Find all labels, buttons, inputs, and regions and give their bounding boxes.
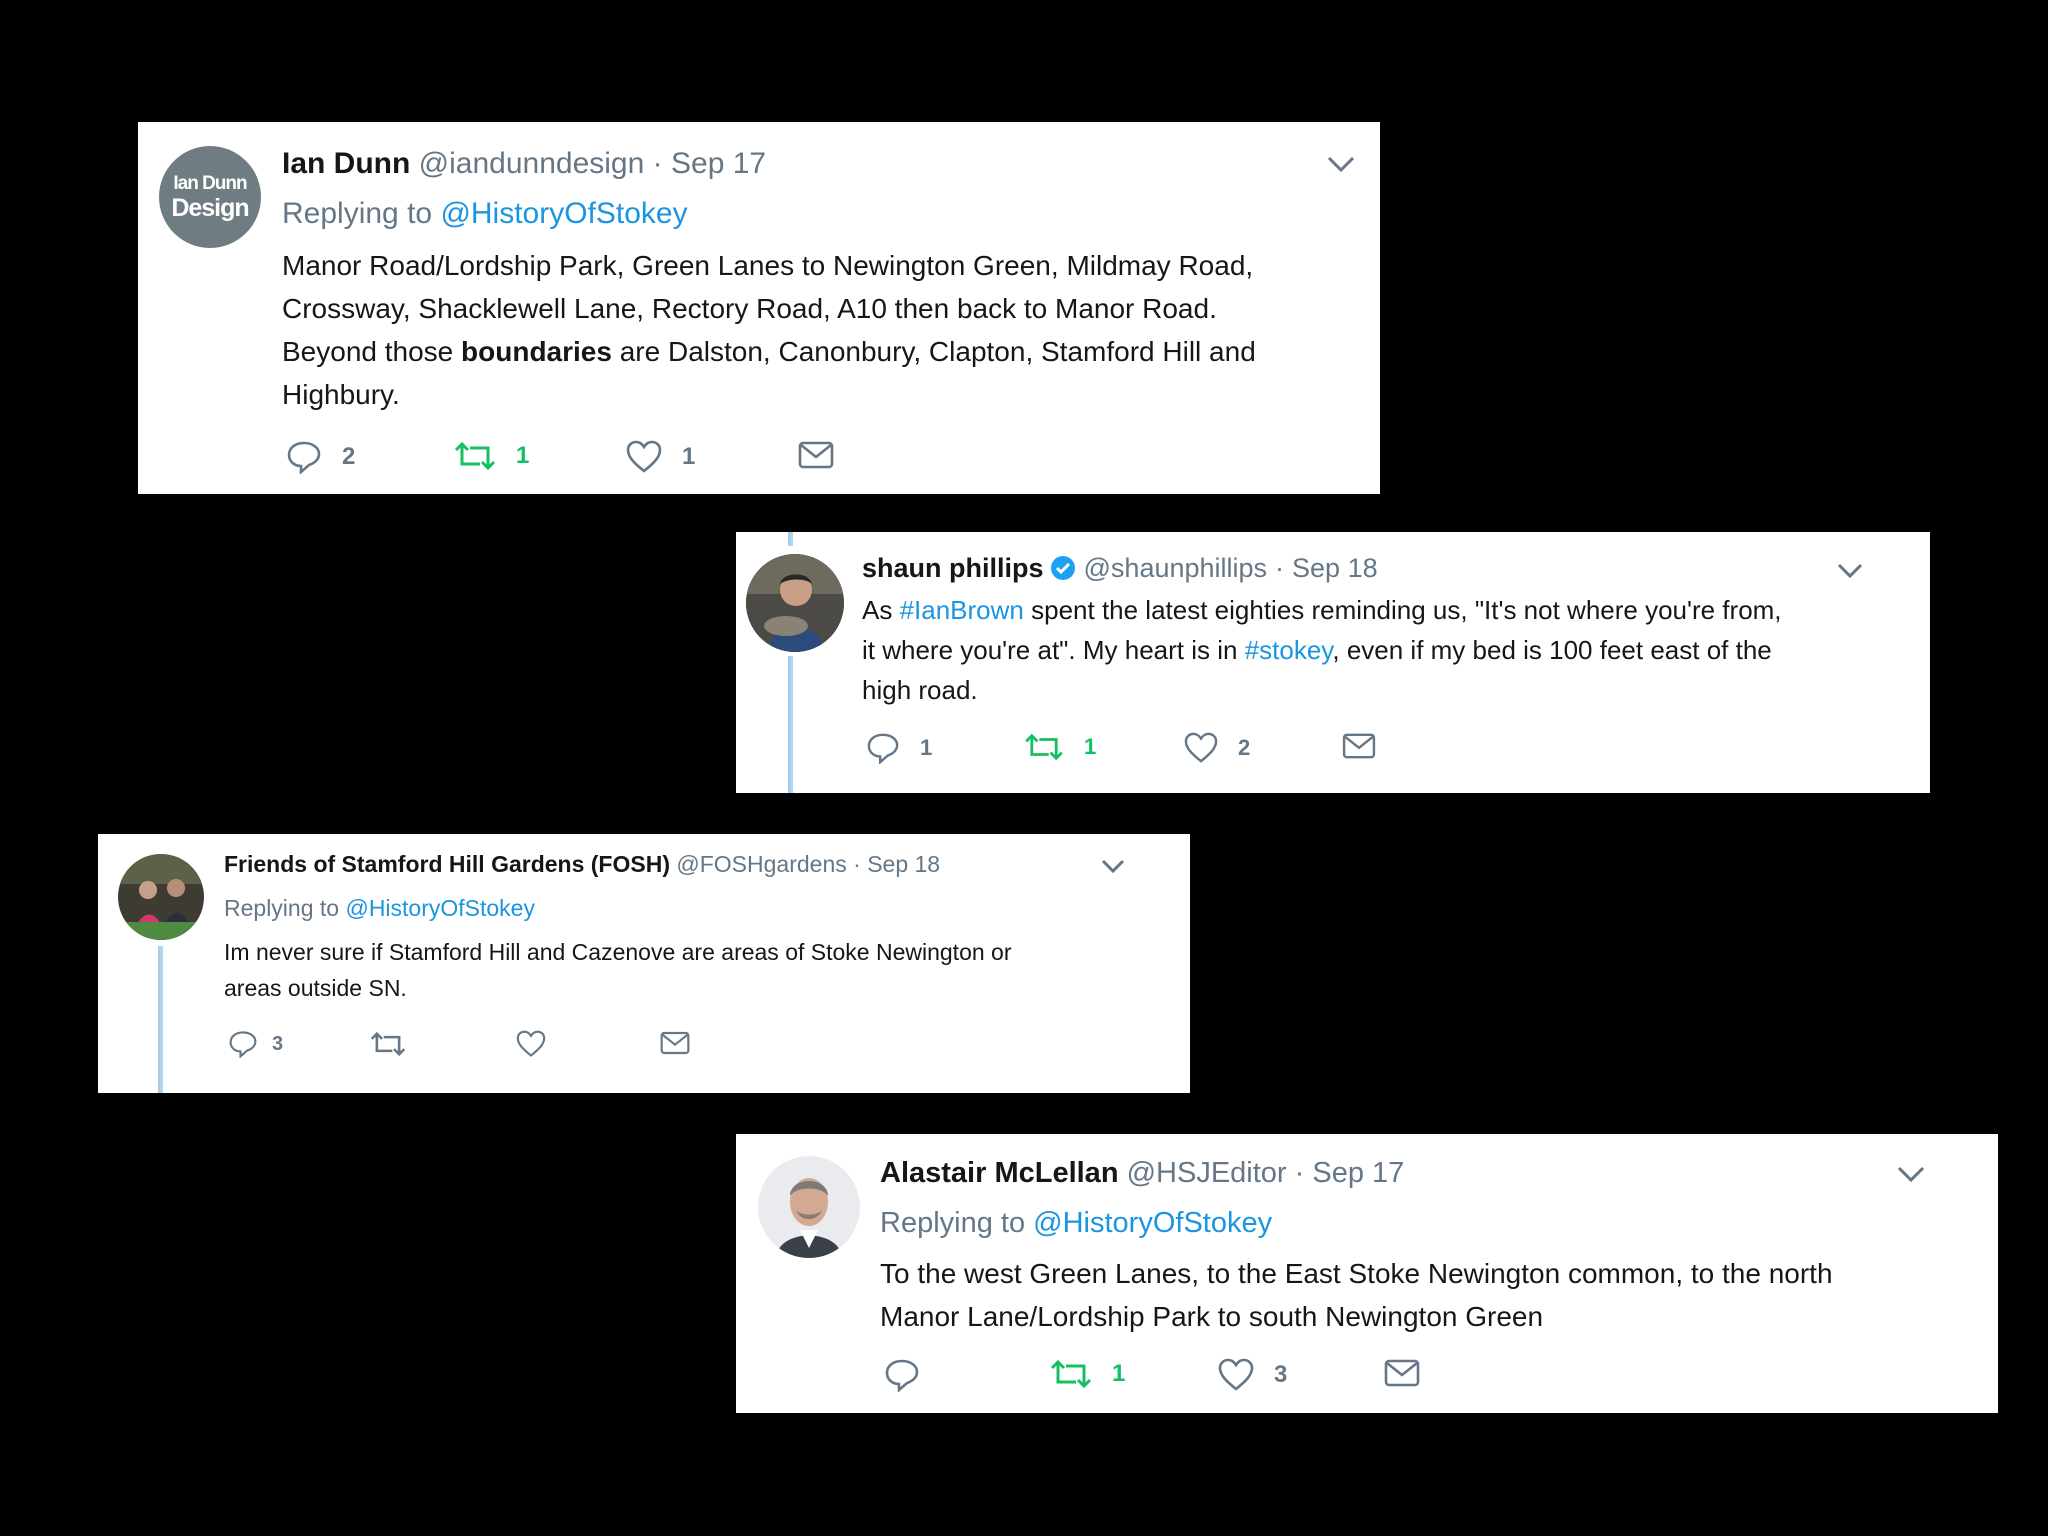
tweet-card[interactable]: Alastair McLellan @HSJEditor · Sep 17 Re… — [736, 1134, 1998, 1413]
dm-button[interactable] — [1384, 1358, 1420, 1388]
chevron-down-icon[interactable] — [1100, 858, 1126, 874]
replying-prefix: Replying to — [224, 895, 340, 921]
tweet-date[interactable]: Sep 18 — [867, 851, 940, 877]
like-button[interactable]: 2 — [1184, 732, 1250, 764]
tweet-header: Ian Dunn @iandunndesign · Sep 17 — [282, 144, 766, 184]
retweet-count: 1 — [1084, 734, 1097, 759]
reply-icon — [884, 1358, 920, 1392]
author-name[interactable]: Ian Dunn — [282, 147, 410, 180]
chevron-down-icon[interactable] — [1326, 154, 1356, 174]
retweet-button[interactable]: 1 — [454, 440, 529, 472]
replying-prefix: Replying to — [282, 197, 433, 230]
like-icon — [626, 440, 662, 474]
replying-mention-link[interactable]: @HistoryOfStokey — [1033, 1207, 1272, 1239]
tweet-date[interactable]: Sep 18 — [1292, 550, 1378, 586]
reply-icon — [228, 1030, 258, 1058]
like-icon — [1184, 732, 1218, 764]
avatar-photo — [746, 554, 844, 652]
replying-to: Replying to @HistoryOfStokey — [282, 194, 688, 234]
dm-icon — [798, 440, 834, 470]
like-count: 3 — [1274, 1361, 1288, 1388]
reply-button[interactable]: 2 — [286, 440, 355, 474]
separator: · — [1275, 553, 1285, 583]
like-button[interactable] — [516, 1030, 546, 1058]
like-count: 1 — [682, 443, 696, 470]
retweet-count: 1 — [516, 442, 530, 469]
reply-button[interactable]: 1 — [866, 732, 932, 764]
tweet-header: Alastair McLellan @HSJEditor · Sep 17 — [880, 1154, 1404, 1192]
reply-button[interactable] — [884, 1358, 920, 1392]
tweet-card[interactable]: Friends of Stamford Hill Gardens (FOSH) … — [98, 834, 1190, 1093]
avatar[interactable]: Ian Dunn Design — [159, 146, 261, 248]
reply-count: 1 — [920, 735, 933, 760]
tweet-text: As #IanBrown spent the latest eighties r… — [862, 595, 1782, 705]
retweet-icon — [1050, 1358, 1092, 1390]
reply-icon — [286, 440, 322, 474]
reply-button[interactable]: 3 — [228, 1030, 283, 1058]
dm-icon — [660, 1030, 690, 1056]
separator: · — [853, 851, 861, 877]
author-handle[interactable]: @FOSHgardens — [676, 851, 846, 877]
avatar-photo — [758, 1156, 860, 1258]
reply-icon — [866, 732, 900, 764]
replying-to: Replying to @HistoryOfStokey — [224, 892, 535, 924]
retweet-icon — [454, 440, 496, 472]
hashtag-link[interactable]: #stokey — [1245, 635, 1333, 665]
dm-icon — [1384, 1358, 1420, 1388]
dm-button[interactable] — [660, 1030, 690, 1056]
hashtag-link[interactable]: #IanBrown — [900, 595, 1024, 625]
replying-prefix: Replying to — [880, 1207, 1026, 1239]
avatar[interactable] — [118, 854, 204, 940]
like-count: 2 — [1238, 735, 1251, 760]
retweet-icon — [1024, 732, 1064, 762]
dm-icon — [1342, 732, 1376, 760]
retweet-button[interactable]: 1 — [1024, 732, 1096, 762]
avatar-photo — [118, 854, 204, 940]
like-button[interactable]: 1 — [626, 440, 695, 474]
tweet-header: shaun phillips @shaunphillips · Sep 18 — [862, 550, 1378, 586]
like-icon — [1218, 1358, 1254, 1392]
avatar-logo-text: Ian Dunn Design — [171, 173, 249, 222]
replying-to: Replying to @HistoryOfStokey — [880, 1204, 1272, 1242]
retweet-count: 1 — [1112, 1360, 1126, 1387]
tweet-date[interactable]: Sep 17 — [1312, 1157, 1404, 1189]
dm-button[interactable] — [798, 440, 834, 470]
tweet-card[interactable]: shaun phillips @shaunphillips · Sep 18 A… — [736, 532, 1930, 793]
author-name[interactable]: shaun phillips — [862, 550, 1044, 586]
separator: · — [1294, 1157, 1305, 1189]
dm-button[interactable] — [1342, 732, 1376, 760]
author-name[interactable]: Alastair McLellan — [880, 1157, 1119, 1189]
author-handle[interactable]: @shaunphillips — [1084, 550, 1268, 586]
author-name[interactable]: Friends of Stamford Hill Gardens (FOSH) — [224, 851, 670, 877]
replying-mention-link[interactable]: @HistoryOfStokey — [345, 895, 535, 921]
tweet-text: Im never sure if Stamford Hill and Cazen… — [224, 939, 1012, 1001]
thread-line-top — [788, 532, 793, 546]
replying-mention-link[interactable]: @HistoryOfStokey — [440, 197, 687, 230]
separator: · — [652, 147, 663, 180]
tweet-card[interactable]: Ian Dunn Design Ian Dunn @iandunndesign … — [138, 122, 1380, 494]
chevron-down-icon[interactable] — [1836, 562, 1864, 580]
avatar[interactable] — [746, 554, 844, 652]
chevron-down-icon[interactable] — [1896, 1164, 1926, 1184]
thread-line-bottom — [788, 656, 793, 793]
like-button[interactable]: 3 — [1218, 1358, 1287, 1392]
avatar[interactable] — [758, 1156, 860, 1258]
reply-count: 3 — [272, 1032, 284, 1055]
author-handle[interactable]: @HSJEditor — [1127, 1157, 1287, 1189]
tweet-date[interactable]: Sep 17 — [671, 147, 766, 180]
tweet-text: Manor Road/Lordship Park, Green Lanes to… — [282, 250, 1256, 410]
author-handle[interactable]: @iandunndesign — [419, 147, 645, 180]
thread-line — [158, 946, 163, 1093]
tweet-text: To the west Green Lanes, to the East Sto… — [880, 1258, 1833, 1332]
retweet-button[interactable]: 1 — [1050, 1358, 1125, 1390]
retweet-icon — [370, 1030, 406, 1058]
verified-badge-icon — [1050, 555, 1076, 581]
like-icon — [516, 1030, 546, 1058]
retweet-button[interactable] — [370, 1030, 406, 1058]
reply-count: 2 — [342, 443, 356, 470]
tweet-header: Friends of Stamford Hill Gardens (FOSH) … — [224, 848, 940, 880]
